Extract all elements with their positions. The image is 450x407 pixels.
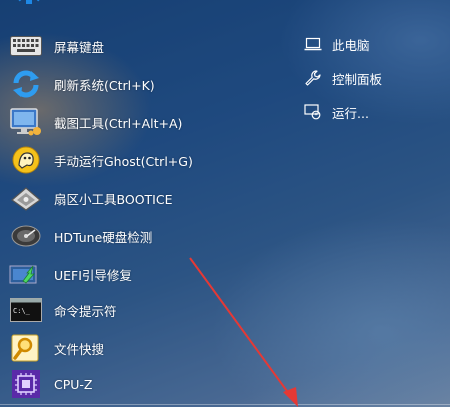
svg-text:C:\_: C:\_ [13, 307, 31, 315]
ghost-icon [8, 144, 44, 176]
menu-item-label: 截图工具(Ctrl+Alt+A) [54, 115, 183, 131]
menu-item-refresh-system[interactable]: 刷新系统(Ctrl+K) [8, 68, 268, 100]
menu-item-control-panel[interactable]: 控制面板 [302, 66, 382, 90]
menu-item-bootice[interactable]: 扇区小工具BOOTICE [8, 182, 268, 214]
menu-item-label: 运行... [332, 105, 369, 121]
menu-item-file-search[interactable]: 文件快搜 [8, 332, 268, 364]
menu-item-hdtune[interactable]: HDTune硬盘检测 [8, 220, 268, 252]
refresh-icon [8, 68, 44, 100]
menu-item-label: 扇区小工具BOOTICE [54, 191, 173, 207]
command-prompt-icon: C:\_ [8, 294, 44, 326]
wrench-icon [302, 68, 324, 88]
menu-item-uefi-repair[interactable]: UEFI引导修复 [8, 258, 268, 290]
menu-item-screenshot-tool[interactable]: 截图工具(Ctrl+Alt+A) [8, 106, 268, 138]
menu-item-label: UEFI引导修复 [54, 267, 132, 283]
cpu-icon [8, 368, 44, 400]
uefi-repair-icon [8, 258, 44, 290]
menu-item-this-pc[interactable]: 此电脑 [302, 32, 370, 56]
menu-item-label: 刷新系统(Ctrl+K) [54, 77, 155, 93]
hard-disk-icon [8, 220, 44, 252]
run-icon [302, 102, 324, 122]
menu-item-label: 屏幕键盘 [54, 39, 105, 55]
settings-gear-icon[interactable] [8, 0, 50, 16]
menu-item-label: 此电脑 [332, 37, 370, 53]
menu-item-label: 文件快搜 [54, 341, 105, 357]
menu-item-screen-keyboard[interactable]: 屏幕键盘 [8, 30, 268, 62]
menu-item-manual-ghost[interactable]: 手动运行Ghost(Ctrl+G) [8, 144, 268, 176]
start-menu: 屏幕键盘 刷新系统(Ctrl+K) 截图工具(Ctrl+Alt+A) 手动运行G… [0, 0, 450, 407]
menu-item-run[interactable]: 运行... [302, 100, 369, 124]
menu-item-label: HDTune硬盘检测 [54, 229, 153, 245]
menu-item-command-prompt[interactable]: C:\_ 命令提示符 [8, 294, 268, 326]
computer-icon [302, 34, 324, 54]
disk-tool-icon [8, 182, 44, 214]
menu-divider [0, 404, 450, 405]
keyboard-icon [8, 30, 44, 62]
file-search-icon [8, 332, 44, 364]
menu-item-label: CPU-Z [54, 376, 93, 392]
menu-item-label: 命令提示符 [54, 303, 117, 319]
menu-item-cpu-z[interactable]: CPU-Z [8, 368, 268, 400]
menu-item-label: 手动运行Ghost(Ctrl+G) [54, 153, 193, 169]
screenshot-icon [8, 106, 44, 138]
menu-item-label: 控制面板 [332, 71, 383, 87]
